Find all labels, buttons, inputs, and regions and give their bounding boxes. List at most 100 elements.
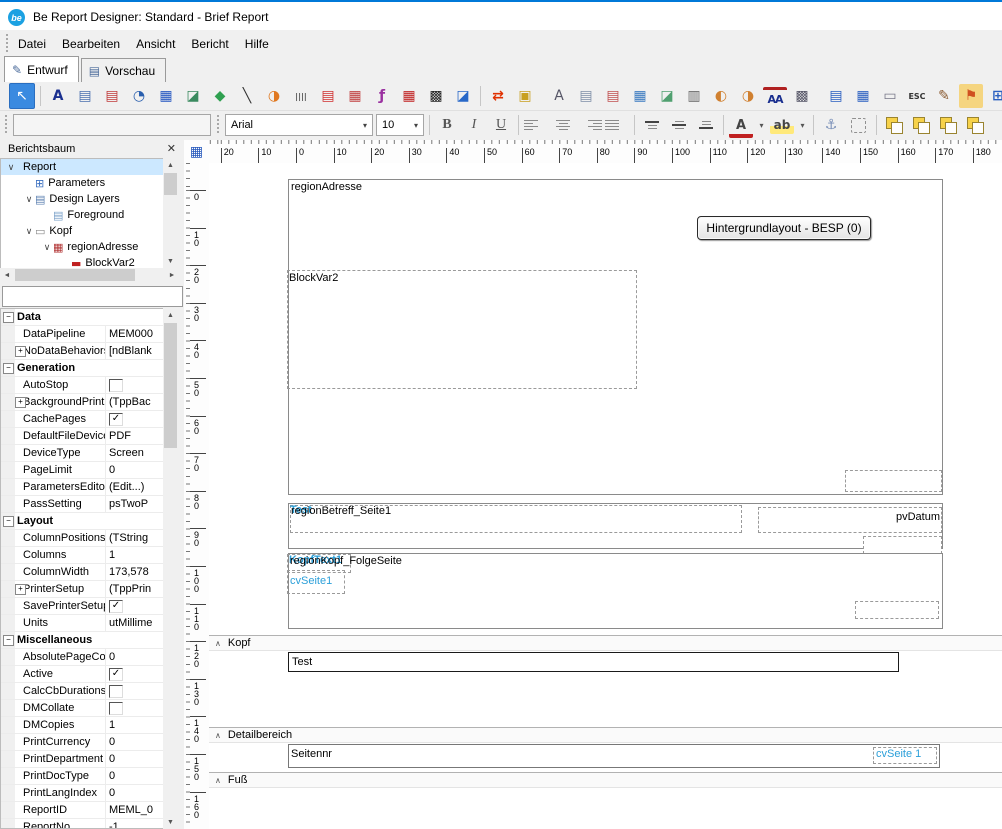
- align-center-button[interactable]: [551, 113, 575, 137]
- property-value[interactable]: ✓: [105, 411, 164, 427]
- memo-tool[interactable]: ▤: [73, 84, 97, 108]
- menu-item-ansicht[interactable]: Ansicht: [128, 32, 183, 56]
- property-value[interactable]: MEM000: [105, 326, 164, 342]
- doc-calc-tool[interactable]: ▦: [628, 84, 652, 108]
- expression-tool[interactable]: ƒ: [370, 84, 394, 108]
- tab-entwurf[interactable]: ✎Entwurf: [4, 56, 79, 83]
- property-row[interactable]: DefaultFileDeviceTPDF: [1, 428, 164, 445]
- property-value[interactable]: 0: [105, 462, 164, 478]
- menu-item-datei[interactable]: Datei: [10, 32, 54, 56]
- underline-button[interactable]: U: [489, 113, 513, 137]
- property-value[interactable]: -1: [105, 819, 164, 829]
- textwidth-tool[interactable]: AA: [763, 87, 787, 108]
- property-row[interactable]: AbsolutePageCour0: [1, 649, 164, 666]
- property-row[interactable]: PrintDepartment0: [1, 751, 164, 768]
- scroll-down-icon[interactable]: ▼: [163, 254, 178, 268]
- scroll-down-icon[interactable]: ▼: [163, 815, 178, 829]
- tree-vertical-scrollbar[interactable]: ▲▼: [163, 158, 178, 268]
- valign-bottom-button[interactable]: [694, 113, 718, 137]
- chevron-down-icon[interactable]: ∨: [5, 162, 17, 173]
- pageflow-tool[interactable]: ⇄: [486, 84, 510, 108]
- property-value[interactable]: 0: [105, 734, 164, 750]
- property-row[interactable]: +PrinterSetup(TppPrin: [1, 581, 164, 598]
- expand-box-icon[interactable]: +: [15, 584, 26, 595]
- tab-vorschau[interactable]: ▤Vorschau: [81, 58, 166, 82]
- blockvar2-object[interactable]: BlockVar2: [287, 270, 637, 389]
- property-value[interactable]: 1: [105, 717, 164, 733]
- property-row[interactable]: PrintLangIndex0: [1, 785, 164, 802]
- frame-button[interactable]: [851, 118, 866, 133]
- property-section-miscellaneous[interactable]: −Miscellaneous: [1, 632, 164, 649]
- property-value[interactable]: [105, 683, 164, 699]
- property-row[interactable]: +NoDataBehaviors[ndBlank: [1, 343, 164, 360]
- property-value[interactable]: (Edit...): [105, 479, 164, 495]
- toolbar-gripper[interactable]: [4, 115, 8, 135]
- property-value[interactable]: 173,578: [105, 564, 164, 580]
- scrollbar-thumb[interactable]: [164, 323, 177, 448]
- italic-button[interactable]: I: [462, 113, 486, 137]
- barcode-tool[interactable]: ||||: [289, 84, 313, 108]
- tree-item-regionadresse[interactable]: ∨▦regionAdresse: [1, 239, 164, 255]
- bring-to-front-button[interactable]: [882, 113, 906, 137]
- align-justify-button[interactable]: [605, 113, 629, 137]
- property-section-data[interactable]: −Data: [1, 309, 164, 326]
- dashed-placeholder[interactable]: [855, 601, 939, 619]
- property-row[interactable]: ReportIDMEML_0: [1, 802, 164, 819]
- property-row[interactable]: SavePrinterSetup✓: [1, 598, 164, 615]
- tree-item-foreground[interactable]: ▤Foreground: [1, 207, 164, 223]
- pvdatum-object[interactable]: pvDatum: [758, 507, 942, 533]
- tree-item-report[interactable]: ∨Report: [1, 159, 164, 175]
- band-collapse-icon[interactable]: ∧: [215, 776, 221, 785]
- memo-view-tool[interactable]: ▭: [878, 84, 902, 108]
- property-row[interactable]: ParametersEditor(Edit...): [1, 479, 164, 496]
- property-value[interactable]: 0: [105, 768, 164, 784]
- shape-tool[interactable]: ◆: [208, 84, 232, 108]
- property-row[interactable]: UnitsutMillime: [1, 615, 164, 632]
- property-value[interactable]: 0: [105, 751, 164, 767]
- property-row[interactable]: DMCollate: [1, 700, 164, 717]
- property-value[interactable]: [ndBlank: [105, 343, 164, 359]
- doc-image-tool[interactable]: ◪: [655, 84, 679, 108]
- expand-box-icon[interactable]: +: [15, 346, 26, 357]
- close-icon[interactable]: ✕: [167, 142, 176, 155]
- doc-chart-tool[interactable]: ◐: [709, 84, 733, 108]
- property-value[interactable]: utMillime: [105, 615, 164, 631]
- chart-tool[interactable]: ◑: [262, 84, 286, 108]
- property-row[interactable]: PassSettingpsTwoP: [1, 496, 164, 513]
- property-row[interactable]: DeviceTypeScreen: [1, 445, 164, 462]
- highlight-color-button[interactable]: ab: [770, 116, 794, 134]
- map-tool[interactable]: ⚑: [959, 84, 983, 108]
- hintergrundlayout-button[interactable]: Hintergrundlayout - BESP (0): [697, 216, 871, 240]
- property-row[interactable]: +BackgroundPrintSe(TppBac: [1, 394, 164, 411]
- property-section-layout[interactable]: −Layout: [1, 513, 164, 530]
- property-row[interactable]: ColumnWidth173,578: [1, 564, 164, 581]
- datatree-tool[interactable]: ▤: [824, 84, 848, 108]
- property-row[interactable]: CachePages✓: [1, 411, 164, 428]
- container3d-tool[interactable]: ▣: [513, 84, 537, 108]
- tree-item-kopf[interactable]: ∨▭Kopf: [1, 223, 164, 239]
- tree-horizontal-scrollbar[interactable]: ◄ ►: [0, 268, 179, 282]
- menu-item-bearbeiten[interactable]: Bearbeiten: [54, 32, 128, 56]
- checkbox-unchecked-icon[interactable]: [109, 702, 123, 715]
- scrollbar-thumb[interactable]: [15, 269, 135, 281]
- doc-copy-tool[interactable]: ▤: [574, 84, 598, 108]
- font-color-button[interactable]: A: [729, 117, 753, 138]
- property-value[interactable]: (TString: [105, 530, 164, 546]
- font-family-select[interactable]: Arial▾: [225, 114, 373, 136]
- band-collapse-icon[interactable]: ∧: [215, 639, 221, 648]
- checkbox-unchecked-icon[interactable]: [109, 685, 123, 698]
- highlight-color-dropdown[interactable]: ▾: [797, 113, 808, 137]
- property-value[interactable]: 0: [105, 785, 164, 801]
- chevron-down-icon[interactable]: ▾: [358, 121, 372, 130]
- dashed-placeholder[interactable]: [845, 470, 942, 492]
- checkbox-checked-icon[interactable]: ✓: [109, 668, 123, 681]
- property-row[interactable]: PrintDocType0: [1, 768, 164, 785]
- checklist-tool[interactable]: ▦: [343, 84, 367, 108]
- image-tool[interactable]: ◪: [181, 84, 205, 108]
- barcode2d-tool[interactable]: ▩: [424, 84, 448, 108]
- property-value[interactable]: ✓: [105, 598, 164, 614]
- scrollbar-thumb[interactable]: [164, 173, 177, 195]
- cvseite-detail-object[interactable]: cvSeite 1: [873, 747, 937, 764]
- scroll-up-icon[interactable]: ▲: [163, 158, 178, 172]
- font-size-select[interactable]: 10▾: [376, 114, 424, 136]
